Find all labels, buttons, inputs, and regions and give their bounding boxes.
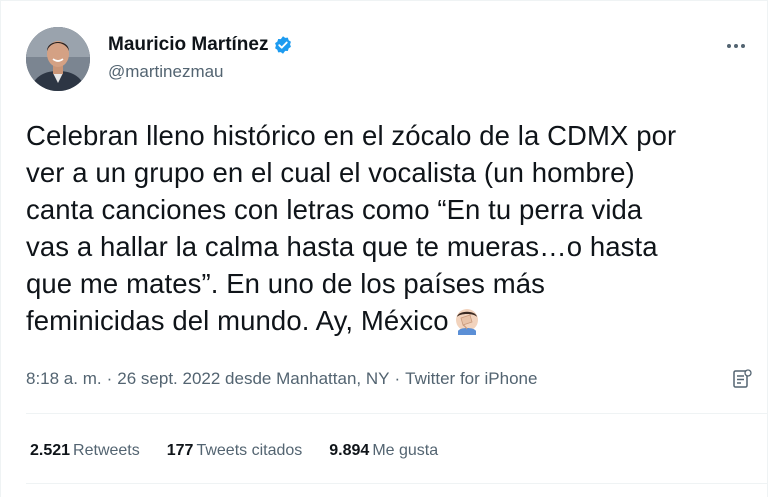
tweet-text-line: canta canciones con letras como “En tu p… <box>26 194 643 225</box>
author-handle[interactable]: @martinezmau <box>108 62 224 82</box>
meta-separator: · <box>106 369 113 388</box>
tweet-text-line-last: feminicidas del mundo. Ay, México <box>26 302 756 344</box>
tweet-source[interactable]: Twitter for iPhone <box>405 369 537 389</box>
likes-stat[interactable]: 9.894 Me gusta <box>329 442 438 460</box>
retweets-stat[interactable]: 2.521 Retweets <box>30 442 140 460</box>
tweet-text-line: Celebran lleno histórico en el zócalo de… <box>26 120 677 151</box>
analytics-button[interactable] <box>730 367 754 396</box>
divider <box>26 483 768 484</box>
tweet-stats: 2.521 Retweets 177 Tweets citados 9.894 Me … <box>30 442 438 460</box>
verified-badge-icon <box>273 35 293 55</box>
avatar[interactable] <box>26 27 90 91</box>
analytics-icon <box>730 369 754 395</box>
tweet-text-line: feminicidas del mundo. Ay, México <box>26 305 449 336</box>
quotes-count: 177 <box>166 442 194 459</box>
quotes-label: Tweets citados <box>196 442 303 459</box>
author-row: Mauricio Martínez <box>108 34 293 56</box>
quotes-stat[interactable]: 177 Tweets citados <box>167 442 303 460</box>
tweet-text-line: ver a un grupo en el cual el vocalista (… <box>26 157 635 188</box>
likes-label: Me gusta <box>372 442 439 459</box>
tweet-date-location[interactable]: 26 sept. 2022 desde Manhattan, NY <box>117 369 389 389</box>
tweet-text-line: que me mates”. En uno de los países más <box>26 268 546 299</box>
more-horizontal-icon <box>734 44 738 48</box>
meta-separator: · <box>394 369 401 388</box>
author-name[interactable]: Mauricio Martínez <box>108 34 268 56</box>
tweet-text-line: vas a hallar la calma hasta que te muera… <box>26 231 658 262</box>
retweets-count: 2.521 <box>30 442 71 459</box>
facepalm-emoji-icon <box>453 307 481 344</box>
tweet-meta: 8:18 a. m. · 26 sept. 2022 desde Manhatt… <box>26 369 537 389</box>
more-options-button[interactable] <box>722 34 750 58</box>
more-horizontal-icon <box>741 44 745 48</box>
tweet-time[interactable]: 8:18 a. m. <box>26 369 102 389</box>
more-horizontal-icon <box>727 44 731 48</box>
divider <box>26 413 768 414</box>
tweet-text: Celebran lleno histórico en el zócalo de… <box>26 117 756 344</box>
retweets-label: Retweets <box>73 442 140 459</box>
likes-count: 9.894 <box>329 442 370 459</box>
